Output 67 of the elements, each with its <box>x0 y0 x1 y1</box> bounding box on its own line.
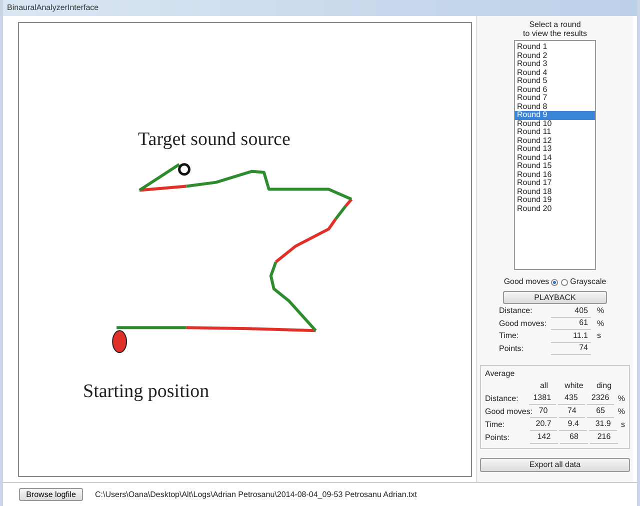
radio-button[interactable] <box>551 278 558 286</box>
unit-label: s <box>621 418 625 430</box>
round-item[interactable]: Round 11 <box>515 128 595 136</box>
table-cell: 142 <box>530 431 558 444</box>
round-item[interactable]: Round 3 <box>515 60 595 68</box>
round-item[interactable]: Round 18 <box>515 188 595 196</box>
window-title: BinauralAnalyzerInterface <box>7 2 99 14</box>
stat-value: 61 <box>551 317 591 330</box>
file-path: C:\Users\Oana\Desktop\Alt\Logs\Adrian Petrosanu\2014-08-04_09-53 Petrosanu Adrian.txt <box>95 488 417 500</box>
stat-label: Good moves: <box>499 318 548 330</box>
column-header: all <box>538 380 549 392</box>
table-cell: 74 <box>558 405 586 418</box>
stat-unit: % <box>597 318 604 330</box>
stat-label: Time: <box>499 330 520 342</box>
table-cell: 65 <box>587 405 614 418</box>
round-item[interactable]: Round 17 <box>515 179 595 188</box>
target-label: Target sound source <box>138 128 290 152</box>
playback-button[interactable]: PLAYBACK <box>503 291 607 304</box>
round-item[interactable]: Round 19 <box>515 196 595 204</box>
stat-label: Distance: <box>499 305 534 318</box>
round-item[interactable]: Round 13 <box>515 145 595 154</box>
export-button[interactable]: Export all data <box>480 458 630 472</box>
round-item[interactable]: Round 15 <box>515 162 595 170</box>
row-label: Time: <box>485 418 506 430</box>
table-cell: 435 <box>558 392 585 405</box>
round-item[interactable]: Round 6 <box>515 86 595 94</box>
round-item[interactable]: Round 8 <box>515 102 595 111</box>
round-item[interactable]: Round 20 <box>515 204 595 213</box>
unit-label: % <box>618 392 625 404</box>
table-cell: 9.4 <box>559 418 588 431</box>
table-cell: 20.7 <box>530 418 558 431</box>
radio-label: Good moves <box>504 276 550 288</box>
round-item[interactable]: Round 12 <box>515 136 595 145</box>
table-cell: 1381 <box>528 392 556 405</box>
stat-value: 74 <box>551 342 591 356</box>
round-item[interactable]: Round 16 <box>515 170 595 179</box>
round-item[interactable]: Round 10 <box>515 120 595 128</box>
row-label: Points: <box>485 432 510 444</box>
round-item[interactable]: Round 1 <box>515 43 595 52</box>
table-cell: 68 <box>560 431 588 444</box>
stat-value: 405 <box>551 304 591 318</box>
stat-unit: % <box>597 305 604 318</box>
round-item[interactable]: Round 5 <box>515 77 595 86</box>
list-caption: to view the results <box>522 29 588 38</box>
radio-button[interactable] <box>561 278 568 286</box>
round-item[interactable]: Round 2 <box>515 52 595 60</box>
table-cell: 2326 <box>586 392 614 405</box>
row-label: Distance: <box>485 392 520 404</box>
round-item[interactable]: Round 9 <box>515 111 595 120</box>
round-item[interactable]: Round 14 <box>515 154 595 162</box>
round-item[interactable]: Round 4 <box>515 68 595 77</box>
unit-label: % <box>618 406 625 418</box>
stat-value: 11.1 <box>551 330 591 343</box>
radio-label: Grayscale <box>570 276 606 288</box>
column-header: ding <box>595 380 613 392</box>
stat-label: Points: <box>499 342 524 355</box>
table-cell: 70 <box>530 405 557 418</box>
column-header: white <box>564 380 584 392</box>
round-item[interactable]: Round 7 <box>515 94 595 102</box>
table-cell: 31.9 <box>589 418 617 431</box>
stat-unit: s <box>597 330 601 342</box>
group-title: Average <box>485 368 516 380</box>
table-cell: 216 <box>590 431 618 444</box>
browse-button[interactable]: Browse logfile <box>19 488 83 501</box>
round-list[interactable]: Round 1 Round 2 Round 3 Round 4 Round 5 Round 6 Round 7 Round 8 Round 9 Round 10 Round 11 Round 12 Round 13 Round 14 Round 15 Round 16 Round 17 Round 18 Round 19 Round 20 <box>514 40 596 270</box>
start-label: Starting position <box>83 380 210 404</box>
list-caption: Select a round <box>529 20 581 29</box>
